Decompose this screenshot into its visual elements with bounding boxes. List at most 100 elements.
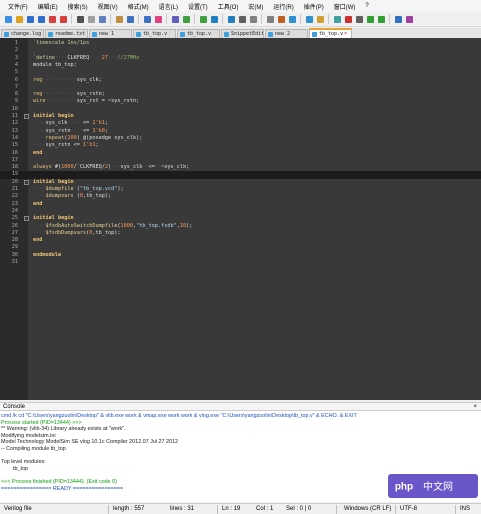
func-list-icon[interactable]: [304, 14, 314, 24]
menu-item[interactable]: 工具(O): [213, 2, 244, 11]
paste-icon[interactable]: [114, 14, 124, 24]
save-icon[interactable]: [25, 14, 35, 24]
tab-tb-top-v[interactable]: tb_top.v: [177, 29, 220, 38]
abc-icon[interactable]: [404, 14, 414, 24]
code-line[interactable]: 28 end: [0, 237, 481, 244]
menu-item[interactable]: 语言(L): [154, 2, 183, 11]
monitor-icon[interactable]: [332, 14, 342, 24]
menu-item[interactable]: 格式(M): [123, 2, 154, 11]
open-icon[interactable]: [14, 14, 24, 24]
fold-toggle-icon[interactable]: -: [24, 114, 29, 119]
code-line[interactable]: 7: [0, 84, 481, 91]
menu-item[interactable]: 插件(P): [299, 2, 329, 11]
tab-tb-top-v[interactable]: tb_top.v ×: [309, 28, 352, 38]
play-icon[interactable]: [365, 14, 375, 24]
file-icon: [180, 31, 185, 37]
code-line[interactable]: 10: [0, 106, 481, 113]
menu-item[interactable]: 运行(R): [268, 2, 298, 11]
line-number: 9: [14, 98, 18, 105]
code-token: ···········: [42, 91, 77, 98]
tab-close-icon[interactable]: ×: [344, 31, 347, 37]
folder-icon[interactable]: [315, 14, 325, 24]
redo-icon[interactable]: [142, 14, 152, 24]
code-line[interactable]: 19: [0, 171, 481, 179]
zoom-out-icon[interactable]: [198, 14, 208, 24]
indent-guide-icon[interactable]: [265, 14, 275, 24]
fold-toggle-icon[interactable]: -: [24, 179, 29, 185]
new-icon[interactable]: [3, 14, 13, 24]
tab-readme-txt[interactable]: readme.txt: [45, 29, 88, 38]
stop-icon[interactable]: [354, 14, 364, 24]
tab-new-1[interactable]: new 1: [89, 29, 132, 38]
line-number: 23: [11, 200, 18, 207]
code-line[interactable]: 8 reg···········sys_rstn;: [0, 91, 481, 98]
replace-icon[interactable]: [170, 14, 180, 24]
all-chars-icon[interactable]: [248, 14, 258, 24]
menu-item[interactable]: 窗口(W): [329, 2, 361, 11]
code-editor[interactable]: 1 `timescale 1ns/1ps 2 3 `define····CLKFREQ·…: [0, 38, 481, 400]
save-macro-icon[interactable]: [393, 14, 403, 24]
code-line[interactable]: 9 wire··········sys_rst = ~sys_rstn;: [0, 98, 481, 105]
code-line[interactable]: 29: [0, 244, 481, 251]
code-line[interactable]: 15 ····sys_rstn <= 1'b1;: [0, 142, 481, 149]
status-encoding[interactable]: UTF-8: [400, 504, 417, 514]
copy-icon[interactable]: [97, 14, 107, 24]
code-token: $fsdbDumpvars: [45, 229, 87, 236]
menu-item[interactable]: 视图(V): [93, 2, 123, 11]
code-line[interactable]: 26 ····$fsdbAutoSwitchDumpfile(1000,"tb_t…: [0, 223, 481, 230]
menu-item[interactable]: 宏(M): [243, 2, 268, 11]
code-line[interactable]: 13 ····sys_rstn····<= 1'b0;: [0, 128, 481, 135]
code-line[interactable]: 27 ····$fsdbDumpvars(0,tb_top);: [0, 230, 481, 237]
save-all-icon[interactable]: [36, 14, 46, 24]
tab-new-2[interactable]: new 2: [265, 29, 308, 38]
code-line[interactable]: 25- initial begin: [0, 215, 481, 222]
code-line[interactable]: 3 `define····CLKFREQ····27···//27MHz: [0, 55, 481, 62]
code-line[interactable]: 30 endmodule: [0, 252, 481, 259]
tab-tb-top-v[interactable]: tb_top.v: [133, 29, 176, 38]
code-line[interactable]: 14 ····repeat(100) @(posedge sys_clk);: [0, 135, 481, 142]
code-token: sys_clk: [45, 120, 68, 127]
menu-item[interactable]: ?: [360, 3, 373, 9]
close-all-icon[interactable]: [58, 14, 68, 24]
zoom-in-icon[interactable]: [181, 14, 191, 24]
print-icon[interactable]: [75, 14, 85, 24]
tab-snippeteditor-fsh[interactable]: SnippetEditor.fsh: [221, 29, 264, 38]
wrap-icon[interactable]: [237, 14, 247, 24]
find-icon[interactable]: [153, 14, 163, 24]
tab-change-log[interactable]: change.log: [1, 29, 44, 38]
code-line[interactable]: 31: [0, 259, 481, 266]
fold-toggle-icon[interactable]: -: [24, 216, 29, 222]
console-close-icon[interactable]: ×: [473, 403, 477, 411]
file-icon: [92, 31, 97, 37]
undo-icon[interactable]: [125, 14, 135, 24]
play-multi-icon[interactable]: [376, 14, 386, 24]
code-line[interactable]: 17: [0, 157, 481, 164]
code-line[interactable]: 22 ····$dumpvars (0,tb_top);: [0, 193, 481, 200]
code-line[interactable]: 6 reg···········sys_clk;: [0, 77, 481, 84]
code-line[interactable]: 21 ····$dumpfile ("tb_top.vcd");: [0, 186, 481, 193]
status-eol[interactable]: Windows (CR LF): [344, 504, 391, 514]
menu-item[interactable]: 文件(F): [3, 2, 33, 11]
code-line[interactable]: 5: [0, 69, 481, 76]
record-icon[interactable]: [343, 14, 353, 24]
menu-item[interactable]: 搜索(S): [63, 2, 93, 11]
code-line[interactable]: 11 - initial begin: [0, 113, 481, 120]
code-line[interactable]: 24: [0, 208, 481, 215]
code-line[interactable]: 12 ····sys_clk·····<= 1'b1;: [0, 120, 481, 127]
code-line[interactable]: 4 module tb_top;: [0, 62, 481, 69]
code-line[interactable]: 18 always #(1000/`CLKFREQ/2)···sys_clk··<…: [0, 164, 481, 171]
cut-icon[interactable]: [86, 14, 96, 24]
code-line[interactable]: 23 end: [0, 201, 481, 208]
sync-h-icon[interactable]: [226, 14, 236, 24]
sync-v-icon[interactable]: [209, 14, 219, 24]
lang-icon[interactable]: [276, 14, 286, 24]
doc-map-icon[interactable]: [287, 14, 297, 24]
menu-item[interactable]: 编辑(E): [33, 2, 63, 11]
code-line[interactable]: 2: [0, 47, 481, 54]
close-icon[interactable]: [47, 14, 57, 24]
code-line[interactable]: 20- initial begin: [0, 179, 481, 186]
menu-item[interactable]: 设置(T): [183, 2, 213, 11]
tab-label: new 2: [275, 31, 291, 37]
code-line[interactable]: 16 end: [0, 150, 481, 157]
code-line[interactable]: 1 `timescale 1ns/1ps: [0, 40, 481, 47]
